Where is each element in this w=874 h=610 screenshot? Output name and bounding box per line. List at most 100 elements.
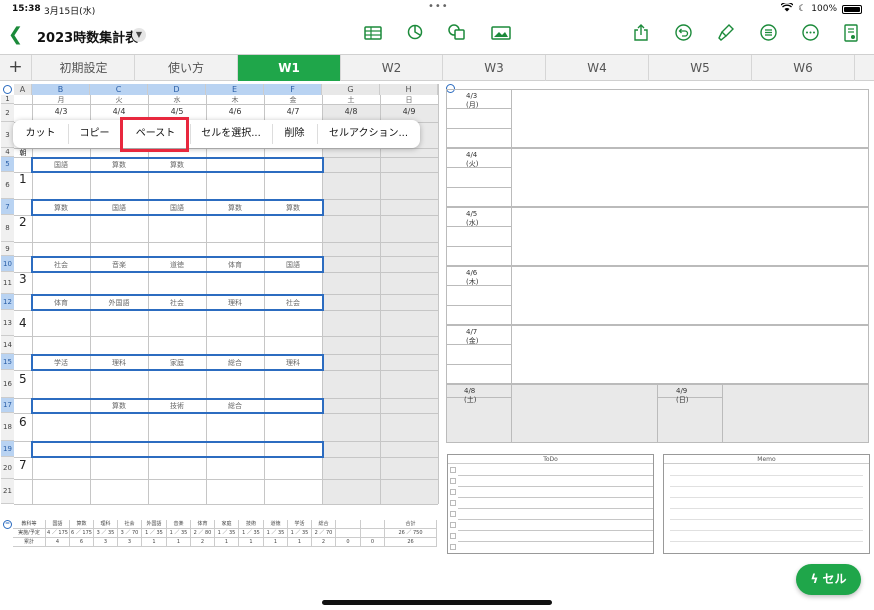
date-cell[interactable]: 4/4 bbox=[90, 107, 148, 116]
row-header[interactable]: 9 bbox=[1, 242, 14, 256]
row-header[interactable]: 15 bbox=[1, 354, 14, 370]
format-brush-icon[interactable] bbox=[715, 24, 737, 46]
tab-w3[interactable]: W3 bbox=[443, 55, 546, 81]
copy-menu-item[interactable]: コピー bbox=[68, 120, 121, 148]
selection-outline[interactable] bbox=[31, 398, 324, 414]
date-cell[interactable]: 4/5 bbox=[148, 107, 206, 116]
row-header[interactable]: 11 bbox=[1, 272, 14, 294]
tab-w5[interactable]: W5 bbox=[649, 55, 752, 81]
summary-handle-icon[interactable]: = bbox=[3, 520, 12, 529]
todo-checkbox[interactable] bbox=[450, 511, 456, 517]
date-cell[interactable]: 4/7 bbox=[264, 107, 322, 116]
row-header[interactable]: 21 bbox=[1, 479, 14, 504]
todo-checkbox[interactable] bbox=[450, 500, 456, 506]
chevron-down-icon[interactable]: ▼ bbox=[132, 28, 146, 42]
summary-cell: 4 ／ 175 bbox=[46, 529, 70, 538]
media-icon[interactable] bbox=[490, 24, 512, 46]
todo-checkbox[interactable] bbox=[450, 478, 456, 484]
wifi-icon bbox=[780, 1, 794, 15]
date-cell[interactable]: 4/6 bbox=[206, 107, 264, 116]
row-header[interactable]: 5 bbox=[1, 157, 14, 172]
todo-checkbox[interactable] bbox=[450, 522, 456, 528]
day-block[interactable] bbox=[446, 207, 869, 266]
document-title[interactable]: 2023時数集計表 bbox=[37, 27, 138, 46]
summary-header-cell: 家庭 bbox=[215, 520, 239, 529]
row-header[interactable]: 19 bbox=[1, 441, 14, 457]
column-header-b[interactable]: B bbox=[32, 84, 90, 95]
summary-cell: 1 bbox=[142, 538, 167, 547]
selection-outline[interactable] bbox=[31, 354, 324, 371]
column-header-h[interactable]: H bbox=[380, 84, 438, 95]
selection-outline[interactable] bbox=[31, 256, 324, 273]
tab-w4[interactable]: W4 bbox=[546, 55, 649, 81]
row-header[interactable]: 7 bbox=[1, 199, 14, 215]
cut-menu-item[interactable]: カット bbox=[13, 120, 68, 148]
day-block[interactable] bbox=[446, 266, 869, 325]
tab-w6[interactable]: W6 bbox=[752, 55, 855, 81]
day-block[interactable] bbox=[446, 89, 869, 148]
day-block[interactable] bbox=[446, 325, 869, 384]
row-header[interactable]: 4 bbox=[1, 148, 14, 157]
row-header[interactable]: 1 bbox=[1, 95, 14, 104]
row-header[interactable]: 18 bbox=[1, 413, 14, 441]
cell-context-menu: カット コピー ペースト セルを選択... 削除 セルアクション... bbox=[13, 120, 420, 148]
home-indicator[interactable] bbox=[322, 600, 552, 605]
chart-icon[interactable] bbox=[404, 24, 426, 46]
lightning-icon: ϟ bbox=[810, 572, 819, 586]
table-icon[interactable] bbox=[362, 24, 384, 46]
column-header-a[interactable]: A bbox=[14, 84, 32, 95]
tab-w1[interactable]: W1 bbox=[238, 55, 341, 81]
memo-box[interactable]: Memo bbox=[663, 454, 870, 554]
day-label: 4/7 (金) bbox=[466, 328, 479, 345]
row-header[interactable]: 14 bbox=[1, 336, 14, 354]
day-label: 4/8 (土) bbox=[464, 387, 477, 404]
row-header[interactable]: 20 bbox=[1, 457, 14, 479]
delete-menu-item[interactable]: 削除 bbox=[272, 120, 317, 148]
day-block[interactable] bbox=[446, 148, 869, 207]
row-header[interactable]: 10 bbox=[1, 256, 14, 272]
selection-outline[interactable] bbox=[31, 157, 324, 173]
todo-checkbox[interactable] bbox=[450, 467, 456, 473]
date-cell[interactable]: 4/8 bbox=[322, 107, 380, 116]
selection-outline[interactable] bbox=[31, 294, 324, 311]
tab-w2[interactable]: W2 bbox=[341, 55, 443, 81]
battery-percent: 100% bbox=[811, 4, 837, 14]
todo-checkbox[interactable] bbox=[450, 489, 456, 495]
date-cell[interactable]: 4/3 bbox=[32, 107, 90, 116]
row-header[interactable]: 12 bbox=[1, 294, 14, 310]
column-header-e[interactable]: E bbox=[206, 84, 264, 95]
todo-checkbox[interactable] bbox=[450, 533, 456, 539]
row-header[interactable]: 13 bbox=[1, 310, 14, 336]
shapes-icon[interactable] bbox=[446, 24, 468, 46]
select-all-handle-icon[interactable] bbox=[3, 85, 12, 94]
period-number: 1 bbox=[19, 172, 27, 186]
battery-icon bbox=[842, 4, 862, 14]
tab-shokisettei[interactable]: 初期設定 bbox=[33, 55, 135, 81]
row-header[interactable]: 17 bbox=[1, 398, 14, 413]
more-icon[interactable] bbox=[799, 24, 821, 46]
date-cell[interactable]: 4/9 bbox=[380, 107, 438, 116]
cell-actions-menu-item[interactable]: セルアクション... bbox=[317, 120, 420, 148]
cell-button[interactable]: ϟ セル bbox=[796, 564, 861, 595]
tab-tsukaikata[interactable]: 使い方 bbox=[135, 55, 238, 81]
row-header[interactable]: 6 bbox=[1, 172, 14, 199]
document-icon[interactable] bbox=[840, 24, 862, 46]
column-header-d[interactable]: D bbox=[148, 84, 206, 95]
menu-icon[interactable] bbox=[757, 24, 779, 46]
row-header[interactable]: 8 bbox=[1, 215, 14, 242]
selection-outline[interactable] bbox=[31, 199, 324, 216]
todo-checkbox[interactable] bbox=[450, 544, 456, 550]
row-header[interactable]: 16 bbox=[1, 370, 14, 398]
back-chevron-icon[interactable]: ❮ bbox=[8, 24, 23, 45]
todo-box[interactable]: ToDo bbox=[447, 454, 654, 554]
add-sheet-icon[interactable]: + bbox=[0, 55, 32, 81]
summary-header-cell: 音楽 bbox=[167, 520, 191, 529]
multitask-dots-icon[interactable]: ••• bbox=[428, 1, 449, 12]
column-header-f[interactable]: F bbox=[264, 84, 322, 95]
column-header-c[interactable]: C bbox=[90, 84, 148, 95]
column-header-g[interactable]: G bbox=[322, 84, 380, 95]
selection-outline[interactable] bbox=[31, 441, 324, 458]
undo-icon[interactable] bbox=[672, 24, 694, 46]
select-cells-menu-item[interactable]: セルを選択... bbox=[190, 120, 272, 148]
share-icon[interactable] bbox=[630, 24, 652, 46]
